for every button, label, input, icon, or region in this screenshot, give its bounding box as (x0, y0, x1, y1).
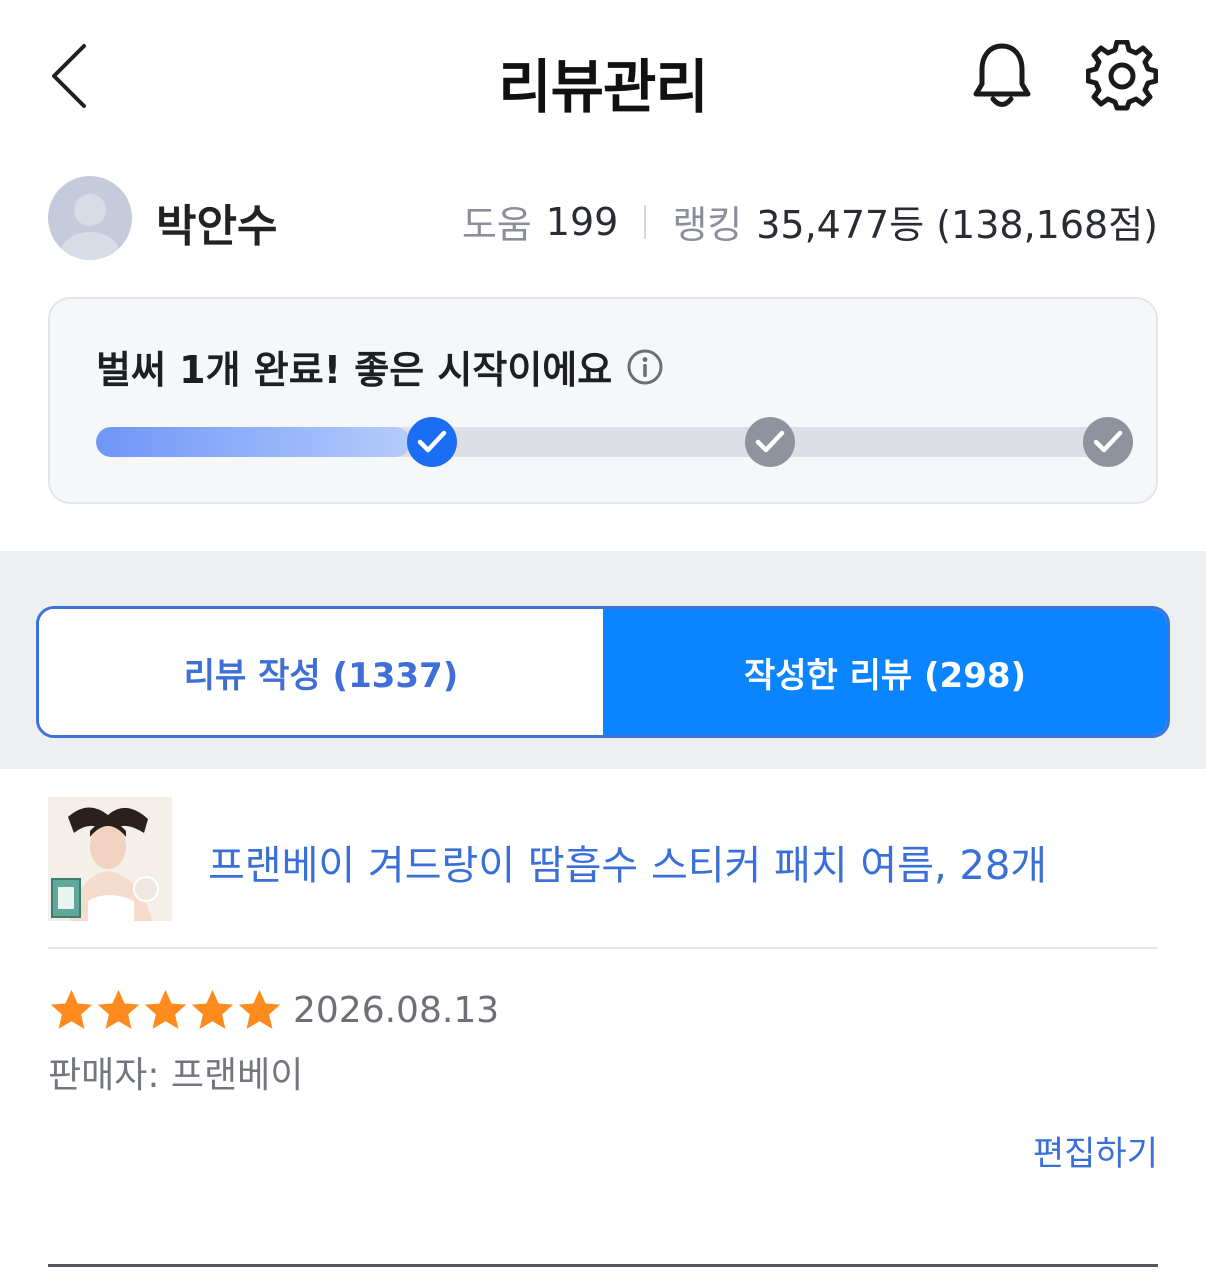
review-product: 프랜베이 겨드랑이 땀흡수 스티커 패치 여름, 28개 (48, 797, 1158, 923)
username: 박안수 (156, 201, 278, 252)
progress-title-text: 벌써 1개 완료! 좋은 시작이에요 (96, 348, 613, 392)
chevron-left-icon (52, 44, 86, 108)
stats-divider (644, 204, 647, 239)
progress-milestone-3 (1083, 417, 1133, 467)
bottom-divider (48, 1264, 1158, 1267)
seller-info: 판매자: 프랜베이 (48, 1055, 304, 1096)
review-rating-row: 2026.08.13 (48, 982, 1158, 1038)
progress-track (96, 427, 1110, 457)
star-icon (97, 989, 140, 1029)
avatar[interactable] (48, 176, 132, 260)
review-date: 2026.08.13 (293, 989, 500, 1031)
back-button[interactable] (40, 40, 100, 112)
product-image (48, 797, 172, 921)
progress-title: 벌써 1개 완료! 좋은 시작이에요 (96, 339, 664, 394)
progress-fill (96, 427, 411, 457)
star-icon (191, 989, 234, 1029)
progress-milestone-2 (745, 417, 795, 467)
star-icon (238, 989, 281, 1029)
notifications-button[interactable] (968, 40, 1036, 112)
checkmark-icon (755, 430, 785, 453)
star-icon (50, 989, 93, 1029)
info-icon[interactable] (626, 348, 664, 386)
user-silhouette-icon (60, 194, 120, 260)
ranking-label: 랭킹 (672, 203, 743, 247)
tab-write-review[interactable]: 리뷰 작성 (1337) (39, 609, 603, 735)
help-count: 199 (545, 199, 619, 244)
divider (48, 947, 1158, 949)
progress-milestone-1 (407, 417, 457, 467)
product-thumbnail[interactable] (48, 797, 172, 921)
profile-summary: 박안수 도움 199 랭킹 35,477등 (138,168점) (48, 176, 1158, 262)
gear-icon (1085, 39, 1159, 111)
tab-written-reviews[interactable]: 작성한 리뷰 (298) (603, 609, 1167, 735)
help-label: 도움 (461, 203, 532, 247)
product-name-link[interactable]: 프랜베이 겨드랑이 땀흡수 스티커 패치 여름, 28개 (208, 833, 1047, 891)
star-icon (144, 989, 187, 1029)
checkmark-icon (1093, 430, 1123, 453)
checkmark-icon (417, 430, 447, 453)
bell-icon (973, 43, 1031, 107)
user-stats: 도움 199 랭킹 35,477등 (138,168점) (462, 194, 1158, 249)
edit-review-button[interactable]: 편집하기 (1033, 1126, 1158, 1175)
settings-button[interactable] (1085, 39, 1159, 112)
ranking-value: 35,477등 (138,168점) (756, 203, 1158, 247)
app-header: 리뷰관리 (0, 0, 1206, 150)
review-tabs: 리뷰 작성 (1337) 작성한 리뷰 (298) (36, 606, 1170, 738)
review-progress-card: 벌써 1개 완료! 좋은 시작이에요 (48, 297, 1158, 504)
star-rating (48, 987, 283, 1034)
